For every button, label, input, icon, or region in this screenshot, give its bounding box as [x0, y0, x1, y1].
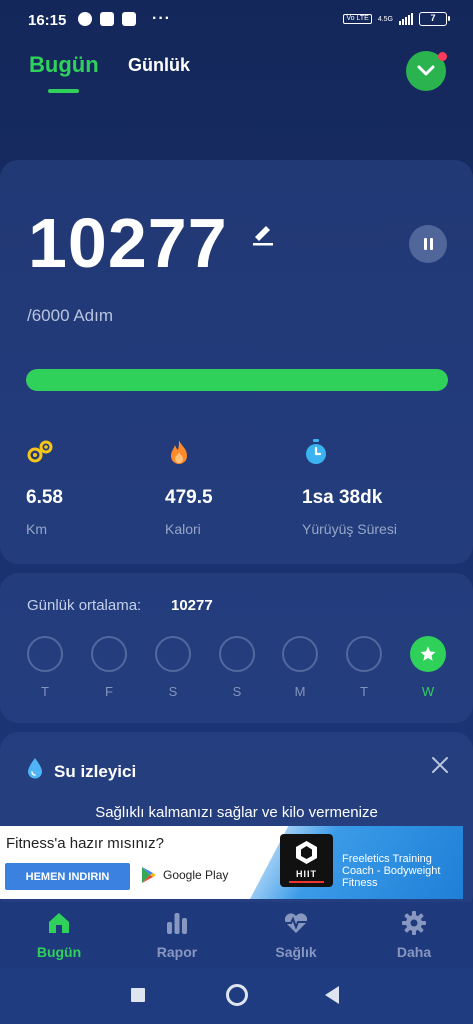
google-play-icon	[142, 867, 156, 883]
hexagon-logo-icon	[296, 841, 317, 864]
nav-label: Bugün	[36, 944, 82, 960]
day-label: M	[294, 684, 306, 699]
stat-duration-value: 1sa 38dk	[302, 487, 383, 508]
ad-app-name: Freeletics Training Coach - Bodyweight F…	[342, 853, 441, 889]
system-navigation-bar	[0, 968, 473, 1024]
day-label: S	[168, 684, 178, 699]
edit-icon[interactable]	[250, 220, 276, 246]
stat-distance-value: 6.58	[26, 487, 63, 508]
stat-duration: 1sa 38dk Yürüyüş Süresi	[302, 438, 397, 537]
week-day-current[interactable]: W	[409, 636, 447, 699]
steps-card: 10277 /6000 Adım 6.58 Km 479.5 Kalori 1s…	[0, 160, 473, 564]
nav-report[interactable]: Rapor	[137, 910, 217, 960]
day-label: F	[105, 684, 113, 699]
day-label: S	[232, 684, 242, 699]
stat-calories-value: 479.5	[165, 487, 213, 508]
day-label: T	[41, 684, 49, 699]
ad-banner[interactable]: Fitness'a hazır mısınız? HEMEN INDIRIN G…	[0, 826, 463, 899]
heartbeat-icon	[284, 913, 308, 933]
day-ring	[27, 636, 63, 672]
stat-calories: 479.5 Kalori	[165, 438, 213, 537]
home-icon	[49, 913, 69, 933]
flame-icon	[171, 440, 187, 464]
nav-label: Daha	[396, 944, 432, 960]
tab-daily[interactable]: Günlük	[128, 55, 190, 76]
nav-more[interactable]: Daha	[374, 910, 454, 960]
dropdown-button[interactable]	[406, 51, 447, 91]
nav-label: Sağlık	[275, 944, 317, 960]
volte-icon: Vo LTE	[343, 14, 372, 24]
week-day[interactable]: T	[345, 636, 383, 699]
notification-message-icon	[122, 12, 136, 26]
stat-distance: 6.58 Km	[26, 438, 63, 537]
google-play-label: Google Play	[163, 868, 229, 882]
stat-distance-label: Km	[26, 521, 47, 537]
ad-app-logo: HIIT	[280, 834, 333, 887]
bar-chart-icon	[167, 913, 187, 934]
steps-progress-bar	[26, 369, 448, 391]
ad-logo-text: HIIT	[296, 869, 317, 879]
day-ring	[155, 636, 191, 672]
active-tab-indicator	[48, 89, 79, 93]
steps-progress-fill	[26, 369, 448, 391]
battery-icon: 7	[419, 12, 450, 26]
status-indicators: Vo LTE 4.5G 7	[343, 12, 450, 26]
chevron-down-icon	[417, 65, 435, 76]
notification-app-icon	[78, 12, 92, 26]
weekly-card[interactable]: Günlük ortalama: 10277 T F S S M T W	[0, 573, 473, 723]
daily-average-label: Günlük ortalama:	[27, 597, 142, 614]
footprint-distance-icon	[27, 440, 53, 463]
stat-calories-label: Kalori	[165, 521, 201, 537]
water-drop-icon	[28, 758, 42, 779]
day-ring	[91, 636, 127, 672]
star-icon	[420, 646, 436, 661]
week-day[interactable]: M	[281, 636, 319, 699]
steps-count: 10277	[28, 204, 228, 282]
notification-download-icon	[100, 12, 114, 26]
ad-headline: Fitness'a hazır mısınız?	[6, 835, 164, 852]
stopwatch-icon	[306, 439, 326, 464]
week-day[interactable]: S	[154, 636, 192, 699]
day-ring-completed	[410, 636, 446, 672]
gear-icon	[402, 911, 426, 935]
day-label: T	[360, 684, 368, 699]
google-play-badge[interactable]: Google Play	[141, 866, 228, 884]
week-day[interactable]: F	[90, 636, 128, 699]
week-day[interactable]: S	[218, 636, 256, 699]
status-time: 16:15	[28, 12, 67, 29]
nav-label: Rapor	[156, 944, 198, 960]
back-button[interactable]	[325, 986, 339, 1004]
ad-download-button[interactable]: HEMEN INDIRIN	[5, 863, 130, 890]
nav-today[interactable]: Bugün	[19, 910, 99, 960]
week-day[interactable]: T	[26, 636, 64, 699]
water-tracker-title: Su izleyici	[54, 762, 137, 781]
more-notifications-icon: ···	[152, 10, 171, 27]
steps-goal: /6000 Adım	[27, 306, 114, 325]
day-ring	[219, 636, 255, 672]
day-label: W	[421, 684, 435, 699]
ad-logo-bar	[289, 881, 324, 883]
pause-icon	[423, 238, 427, 250]
signal-icon	[399, 13, 413, 25]
bottom-navigation: Bugün Rapor Sağlık Daha	[0, 902, 473, 968]
home-button[interactable]	[226, 984, 248, 1006]
water-tracker-description: Sağlıklı kalmanızı sağlar ve kilo vermen…	[95, 804, 378, 821]
status-bar: 16:15 ··· Vo LTE 4.5G 7	[0, 0, 473, 42]
recents-button[interactable]	[131, 988, 145, 1002]
nav-health[interactable]: Sağlık	[256, 910, 336, 960]
stat-duration-label: Yürüyüş Süresi	[302, 521, 397, 537]
day-ring	[346, 636, 382, 672]
notification-dot	[438, 52, 447, 61]
notification-icons: ···	[78, 10, 171, 27]
network-type: 4.5G	[377, 15, 393, 23]
day-ring	[282, 636, 318, 672]
close-icon[interactable]	[431, 756, 449, 774]
tab-today[interactable]: Bugün	[29, 52, 99, 78]
daily-average-value: 10277	[171, 597, 213, 614]
pause-button[interactable]	[409, 225, 447, 263]
